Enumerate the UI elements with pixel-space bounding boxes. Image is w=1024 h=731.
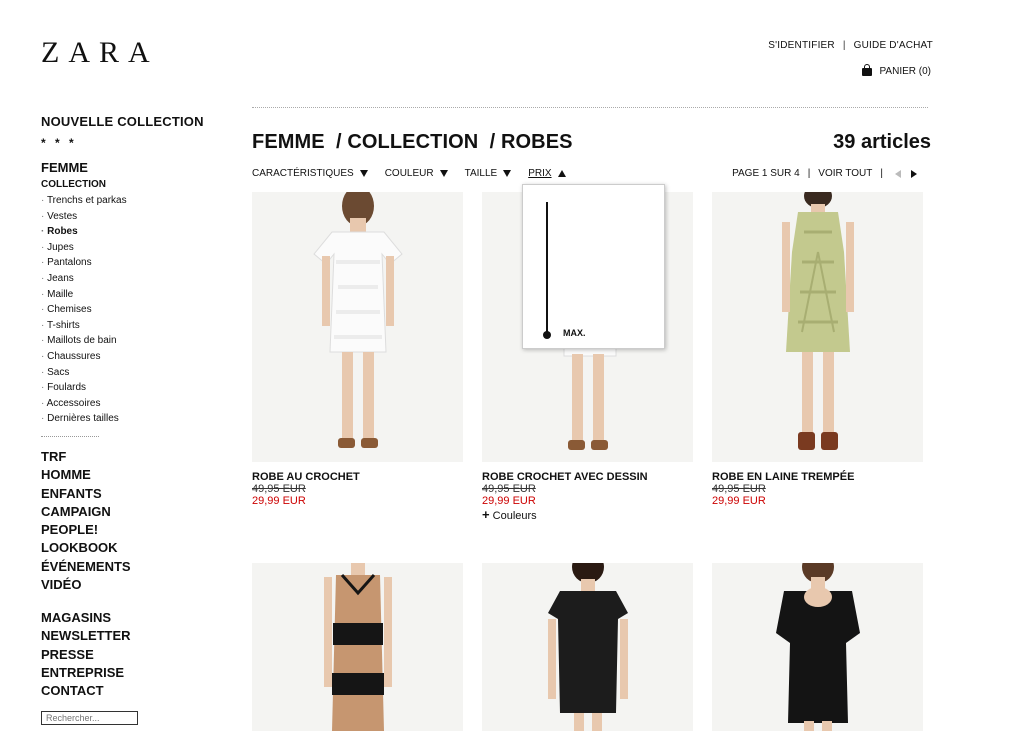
top-links: S'IDENTIFIER | GUIDE D'ACHAT — [768, 40, 933, 51]
product-card-1: ROBE AU CROCHET 49,95 EUR 29,99 EUR — [252, 471, 360, 507]
dress-camel-black-stripes — [324, 563, 392, 731]
subnav-item[interactable]: Jeans — [41, 271, 127, 287]
nav-magasins[interactable]: MAGASINS — [41, 609, 131, 627]
subnav-item[interactable]: Foulards — [41, 380, 127, 396]
product-image-5[interactable] — [482, 563, 693, 731]
dress-white-crochet — [313, 192, 403, 448]
price-filter-dropdown: MAX. — [522, 184, 665, 349]
subnav-item[interactable]: Trenchs et parkas — [41, 193, 127, 209]
pagination: PAGE 1 SUR 4 | VOIR TOUT | — [732, 168, 917, 179]
product-image-4[interactable] — [252, 563, 463, 731]
nav-contact[interactable]: CONTACT — [41, 682, 131, 700]
article-count: 39 articles — [833, 131, 931, 153]
nav-people[interactable]: PEOPLE! — [41, 521, 131, 539]
dress-black-dots — [548, 563, 628, 731]
next-page-icon[interactable] — [911, 169, 917, 178]
price-slider-track[interactable] — [546, 202, 548, 336]
filter-taille[interactable]: TAILLE — [465, 168, 512, 179]
subnav-item[interactable]: Vestes — [41, 209, 127, 225]
nav-collection[interactable]: COLLECTION — [41, 179, 106, 190]
chevron-up-icon — [557, 170, 566, 177]
nav-video[interactable]: VIDÉO — [41, 576, 131, 594]
nav-group-2: MAGASINS NEWSLETTER PRESSE ENTREPRISE CO… — [41, 609, 131, 700]
filter-label: TAILLE — [464, 168, 498, 179]
nav-trf[interactable]: TRF — [41, 448, 131, 466]
nav-divider-stars: * * * — [41, 136, 77, 150]
subnav-item[interactable]: Pantalons — [41, 255, 127, 271]
filter-prix[interactable]: PRIX — [528, 168, 566, 179]
nav-campaign[interactable]: CAMPAIGN — [41, 503, 131, 521]
filter-caracteristiques[interactable]: CARACTÉRISTIQUES — [252, 168, 368, 179]
more-colors-label: Couleurs — [492, 510, 537, 522]
login-link[interactable]: S'IDENTIFIER — [768, 40, 835, 51]
dress-green-knit — [782, 192, 854, 450]
subnav-item[interactable]: Sacs — [41, 365, 127, 381]
subnav-item[interactable]: Maillots de bain — [41, 333, 127, 349]
product-price: 29,99 EUR — [252, 495, 306, 507]
page-indicator: PAGE 1 SUR 4 — [732, 168, 800, 179]
filter-label: PRIX — [528, 168, 552, 179]
separator: | — [880, 168, 883, 179]
dress-black-draped — [776, 563, 860, 731]
plus-icon: + — [482, 507, 490, 522]
nav-homme[interactable]: HOMME — [41, 466, 131, 484]
page-title: FEMME / COLLECTION / ROBES — [252, 131, 573, 153]
product-card-3: ROBE EN LAINE TREMPÉE 49,95 EUR 29,99 EU… — [712, 471, 854, 507]
nav-entreprise[interactable]: ENTREPRISE — [41, 664, 131, 682]
zara-logo[interactable]: ZARA — [41, 36, 159, 70]
nav-enfants[interactable]: ENFANTS — [41, 485, 131, 503]
subnav-item[interactable]: Jupes — [41, 240, 127, 256]
view-all-link[interactable]: VOIR TOUT — [818, 168, 872, 179]
chevron-down-icon — [503, 170, 512, 177]
nav-nouvelle-collection[interactable]: NOUVELLE COLLECTION — [41, 114, 204, 129]
product-old-price: 49,95 EUR — [482, 483, 536, 495]
filter-label: COULEUR — [384, 168, 434, 179]
subnav-item[interactable]: Maille — [41, 287, 127, 303]
separator: | — [842, 40, 846, 51]
nav-group-1: TRF HOMME ENFANTS CAMPAIGN PEOPLE! LOOKB… — [41, 448, 131, 594]
product-old-price: 49,95 EUR — [712, 483, 766, 495]
product-image-1[interactable] — [252, 192, 463, 462]
nav-newsletter[interactable]: NEWSLETTER — [41, 627, 131, 645]
product-price: 29,99 EUR — [482, 495, 536, 507]
header-divider — [252, 107, 928, 108]
nav-lookbook[interactable]: LOOKBOOK — [41, 539, 131, 557]
product-old-price: 49,95 EUR — [252, 483, 306, 495]
shopping-guide-link[interactable]: GUIDE D'ACHAT — [854, 40, 933, 51]
separator: | — [807, 168, 811, 179]
filter-bar: CARACTÉRISTIQUES COULEUR TAILLE PRIX — [252, 168, 583, 179]
chevron-down-icon — [439, 170, 448, 177]
product-price: 29,99 EUR — [712, 495, 766, 507]
subnav-item[interactable]: Chemises — [41, 302, 127, 318]
product-card-2: ROBE CROCHET AVEC DESSIN 49,95 EUR 29,99… — [482, 471, 648, 522]
product-name[interactable]: ROBE EN LAINE TREMPÉE — [712, 471, 854, 483]
price-slider-handle[interactable] — [543, 331, 551, 339]
price-max-label: MAX. — [563, 328, 586, 338]
shopping-bag-icon — [861, 63, 872, 76]
cart-link[interactable]: PANIER (0) — [861, 63, 932, 77]
subnav-item-active[interactable]: Robes — [41, 224, 127, 240]
filter-label: CARACTÉRISTIQUES — [252, 168, 354, 179]
more-colors-link[interactable]: + Couleurs — [482, 507, 648, 522]
product-name[interactable]: ROBE CROCHET AVEC DESSIN — [482, 471, 648, 483]
chevron-down-icon — [359, 170, 368, 177]
subnav-item[interactable]: T-shirts — [41, 318, 127, 334]
subnav-item[interactable]: Accessoires — [41, 396, 127, 412]
subnav-item[interactable]: Dernières tailles — [41, 411, 127, 427]
prev-page-icon[interactable] — [895, 169, 901, 178]
filter-couleur[interactable]: COULEUR — [385, 168, 448, 179]
product-name[interactable]: ROBE AU CROCHET — [252, 471, 360, 483]
nav-evenements[interactable]: ÉVÉNEMENTS — [41, 558, 131, 576]
collection-subnav: Trenchs et parkas Vestes Robes Jupes Pan… — [41, 193, 127, 427]
product-image-6[interactable] — [712, 563, 923, 731]
subnav-item[interactable]: Chaussures — [41, 349, 127, 365]
product-image-3[interactable] — [712, 192, 923, 462]
nav-presse[interactable]: PRESSE — [41, 646, 131, 664]
sidebar-divider — [41, 436, 99, 437]
nav-femme[interactable]: FEMME — [41, 160, 88, 175]
cart-label: PANIER (0) — [879, 66, 932, 77]
search-input[interactable] — [41, 711, 138, 725]
